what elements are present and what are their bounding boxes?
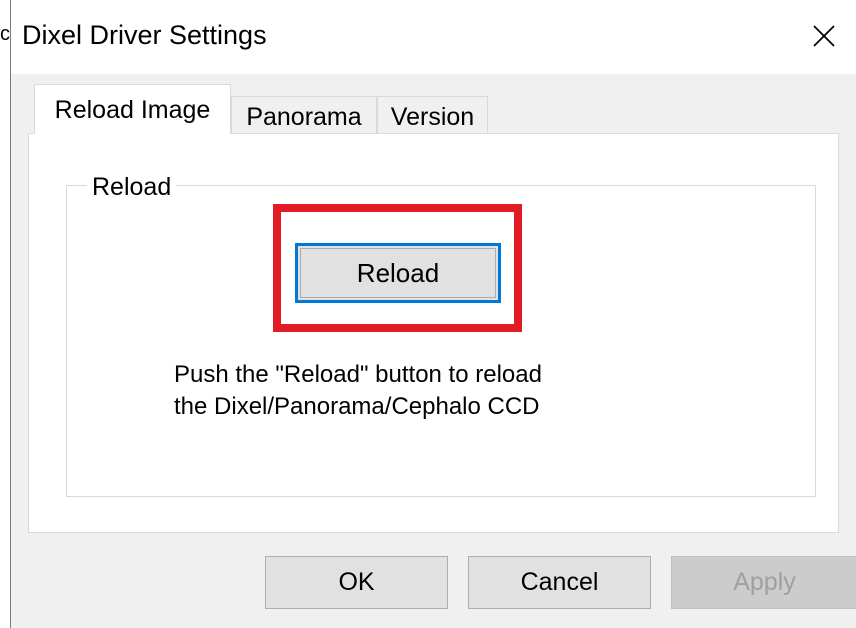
title-bar: Dixel Driver Settings bbox=[11, 0, 856, 74]
window-title: Dixel Driver Settings bbox=[22, 20, 267, 50]
tab-reload-image[interactable]: Reload Image bbox=[34, 84, 231, 134]
settings-dialog: Dixel Driver Settings Reload Image Panor… bbox=[10, 0, 856, 628]
close-icon bbox=[813, 25, 835, 47]
tab-panorama[interactable]: Panorama bbox=[231, 96, 377, 136]
close-button[interactable] bbox=[793, 0, 856, 74]
reload-button[interactable]: Reload bbox=[295, 243, 501, 303]
instruction-line-1: Push the "Reload" button to reload bbox=[174, 361, 542, 388]
cancel-button[interactable]: Cancel bbox=[468, 556, 651, 609]
tab-version[interactable]: Version bbox=[377, 96, 488, 136]
instruction-line-2: the Dixel/Panorama/Cephalo CCD bbox=[174, 393, 540, 420]
reload-group-label: Reload bbox=[87, 172, 177, 202]
reload-instructions: Push the "Reload" button to reload the D… bbox=[174, 359, 542, 423]
reload-button-focus-rect bbox=[300, 248, 496, 298]
tab-panel-reload-image: Reload Reload Push the "Reload" button t… bbox=[28, 133, 839, 533]
ok-button[interactable]: OK bbox=[265, 556, 448, 609]
background-text-fragment: c bbox=[0, 24, 10, 44]
apply-button[interactable]: Apply bbox=[671, 556, 856, 609]
